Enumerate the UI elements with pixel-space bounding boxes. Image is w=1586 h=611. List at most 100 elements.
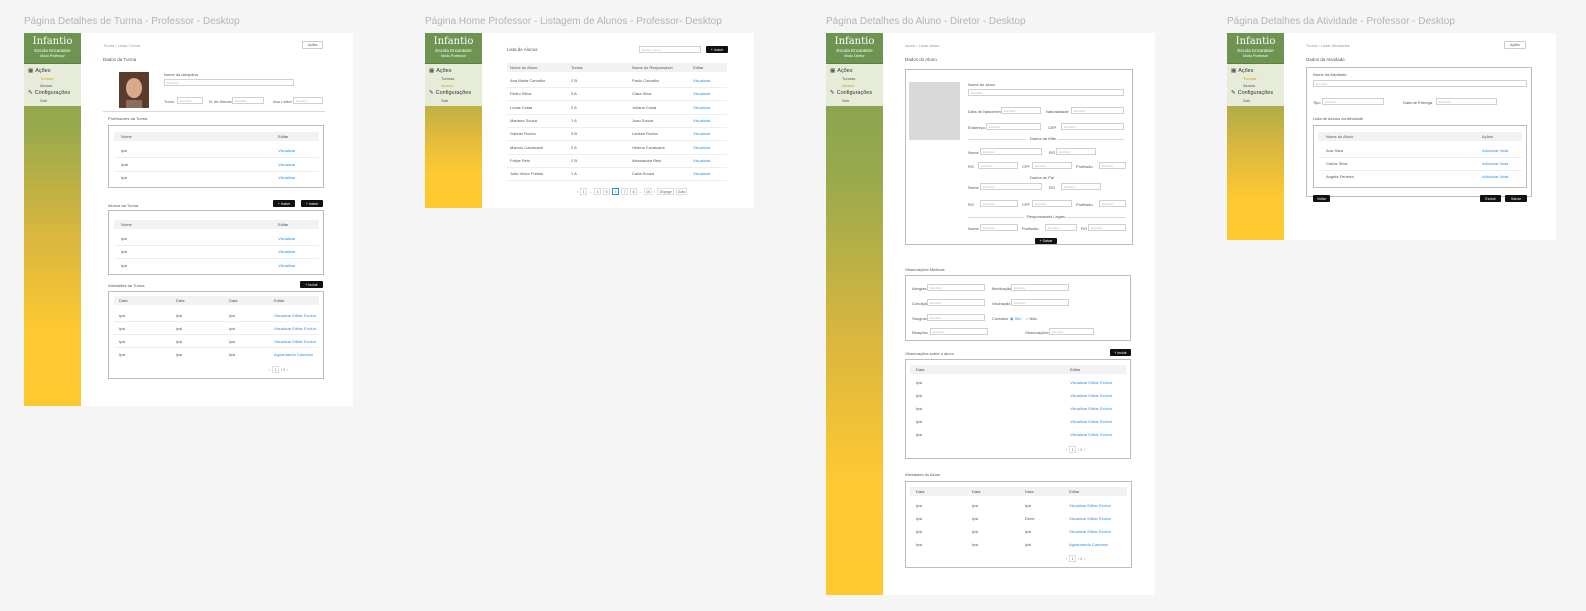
next-page-button[interactable]: › [1084, 557, 1085, 561]
naturality-input[interactable]: Escolher [1071, 107, 1124, 114]
prev-page-button[interactable]: ‹ [269, 368, 270, 372]
row-actions[interactable]: Visualizar Editar Excluir [1070, 393, 1112, 398]
row-actions[interactable]: Aguardando Cancelar [1069, 542, 1108, 547]
activity-name-input[interactable]: Escolher [1313, 80, 1527, 87]
sidebar-item-alunos[interactable]: Alunos [425, 82, 482, 89]
delete-button[interactable]: Excluir [1480, 195, 1501, 202]
father-rg2-input[interactable]: Escolher [980, 200, 1018, 207]
row-actions[interactable]: Visualizar Editar Excluir [1069, 503, 1111, 508]
vaccination-input[interactable]: Escolher [1011, 299, 1069, 306]
mother-job-input[interactable]: Escolher [1099, 162, 1126, 169]
view-student-link[interactable]: Visualizar [693, 171, 710, 176]
row-actions[interactable]: Visualizar Editar Excluir [1070, 432, 1112, 437]
page-input[interactable]: 1 [1069, 555, 1077, 562]
sidebar-item-sair[interactable]: Sair [1227, 97, 1284, 104]
page-button[interactable]: 7 [621, 188, 629, 195]
row-actions[interactable]: Aguardando Cancelar [274, 352, 313, 357]
view-student-link[interactable]: Visualizar [693, 158, 710, 163]
sidebar-item-turmas[interactable]: Turmas [24, 75, 81, 82]
row-actions[interactable]: Visualizar Editar Excluir [1069, 529, 1111, 534]
row-actions[interactable]: Visualizar Editar Excluir [1069, 516, 1111, 521]
include-student-button-2[interactable]: + Incluir [301, 200, 323, 207]
due-date-input[interactable]: Escolher [1436, 98, 1497, 105]
sidebar-item-sair[interactable]: Sair [24, 97, 81, 104]
sidebar-item-alunos[interactable]: Alunos [1227, 82, 1284, 89]
view-link[interactable]: Visualizar [278, 263, 295, 268]
allergies-input[interactable]: Escolher [927, 284, 985, 291]
year-input[interactable]: Escolher [293, 97, 323, 104]
goto-input[interactable]: Goto [675, 188, 688, 195]
capacity-input[interactable]: Escolher [232, 97, 264, 104]
view-student-link[interactable]: Visualizar [693, 78, 710, 83]
view-link[interactable]: Visualizar [278, 236, 295, 241]
sidebar-item-alunos[interactable]: Alunos [826, 82, 883, 89]
breadcrumb[interactable]: Aluno / Listar Aluno [905, 43, 939, 48]
view-student-link[interactable]: Visualizar [693, 118, 710, 123]
resp-rg-input[interactable]: Escolher [1088, 224, 1126, 231]
prev-page-button[interactable]: ‹ [1066, 448, 1067, 452]
row-actions[interactable]: Visualizar Editar Excluir [1070, 406, 1112, 411]
include-button[interactable]: + Incluir [706, 46, 728, 53]
resp-name-input[interactable]: Escolher [980, 224, 1018, 231]
save-button[interactable]: + Salvar [1035, 238, 1057, 244]
father-cpf-input[interactable]: Escolher [1032, 200, 1072, 207]
cep-input[interactable]: Escolher [1061, 123, 1124, 130]
view-link[interactable]: Visualizar [278, 249, 295, 254]
prev-page-button[interactable]: ‹ [577, 190, 578, 194]
page-input[interactable]: 1 [272, 366, 280, 373]
include-student-button[interactable]: + Incluir [273, 200, 295, 207]
page-button[interactable]: 8 [630, 188, 638, 195]
back-button[interactable]: Voltar [1313, 195, 1330, 202]
actions-dropdown[interactable]: Ações [1504, 41, 1526, 49]
no-radio[interactable]: ○ Não [1026, 316, 1037, 321]
father-rg-input[interactable]: Escolher [1061, 183, 1101, 190]
page-input[interactable]: 1 [1069, 446, 1077, 453]
yes-radio[interactable]: ◉ Sim [1010, 316, 1022, 321]
shift-input[interactable]: Escolher [177, 97, 203, 104]
father-name-input[interactable]: Escolher [980, 183, 1042, 190]
page-button[interactable]: 10 [644, 188, 652, 195]
mother-name-input[interactable]: Escolher [980, 148, 1042, 155]
row-actions[interactable]: Visualizar Editar Excluir [274, 339, 316, 344]
student-name-input[interactable]: Escolher [968, 89, 1124, 96]
sidebar-item-turmas[interactable]: Turmas [1227, 75, 1284, 82]
view-link[interactable]: Visualizar [278, 175, 295, 180]
view-student-link[interactable]: Visualizar [693, 105, 710, 110]
row-actions[interactable]: Visualizar Editar Excluir [274, 326, 316, 331]
mother-cpf-input[interactable]: Escolher [1032, 162, 1072, 169]
prev-page-button[interactable]: ‹ [1066, 557, 1067, 561]
next-page-button[interactable]: › [654, 190, 655, 194]
activity-type-input[interactable]: Escolher [1322, 98, 1384, 105]
add-grade-link[interactable]: Adicionar Nota [1482, 148, 1508, 153]
mother-rg2-input[interactable]: Escolher [978, 162, 1018, 169]
sidebar-item-turmas[interactable]: Turmas [826, 75, 883, 82]
address-input[interactable]: Escolher [986, 123, 1041, 130]
page-button[interactable]: 4 [594, 188, 602, 195]
father-job-input[interactable]: Escolher [1099, 200, 1126, 207]
class-name-input[interactable]: Escolher [164, 79, 294, 86]
condition-input[interactable]: Escolher [927, 299, 985, 306]
observations-input[interactable]: Escolher [1049, 328, 1094, 335]
resp-job-input[interactable]: Escolher [1045, 224, 1077, 231]
row-actions[interactable]: Visualizar Editar Excluir [1070, 380, 1112, 385]
sidebar-item-sair[interactable]: Sair [826, 97, 883, 104]
breadcrumb[interactable]: Turma / Listar Turma [103, 43, 140, 48]
add-grade-link[interactable]: Adicionar Nota [1482, 161, 1508, 166]
view-student-link[interactable]: Visualizar [693, 91, 710, 96]
actions-dropdown[interactable]: Ações [302, 41, 323, 49]
view-student-link[interactable]: Visualizar [693, 145, 710, 150]
next-page-button[interactable]: › [287, 368, 288, 372]
sidebar-item-alunos[interactable]: Alunos [24, 82, 81, 89]
sidebar-item-turmas[interactable]: Turmas [425, 75, 482, 82]
page-button-current[interactable]: 6 [612, 188, 620, 195]
sidebar-item-sair[interactable]: Sair [425, 97, 482, 104]
add-grade-link[interactable]: Adicionar Nota [1482, 174, 1508, 179]
row-actions[interactable]: Visualizar Editar Excluir [1070, 419, 1112, 424]
page-button[interactable]: 1 [580, 188, 588, 195]
search-input[interactable]: Buscar Turma [639, 46, 701, 53]
include-observation-button[interactable]: + Incluir [1110, 349, 1131, 356]
row-actions[interactable]: Visualizar Editar Excluir [274, 313, 316, 318]
mother-rg-input[interactable]: Escolher [1056, 148, 1096, 155]
birth-date-input[interactable]: Escolher [1001, 107, 1041, 114]
page-size-select[interactable]: 10/page [657, 188, 674, 195]
